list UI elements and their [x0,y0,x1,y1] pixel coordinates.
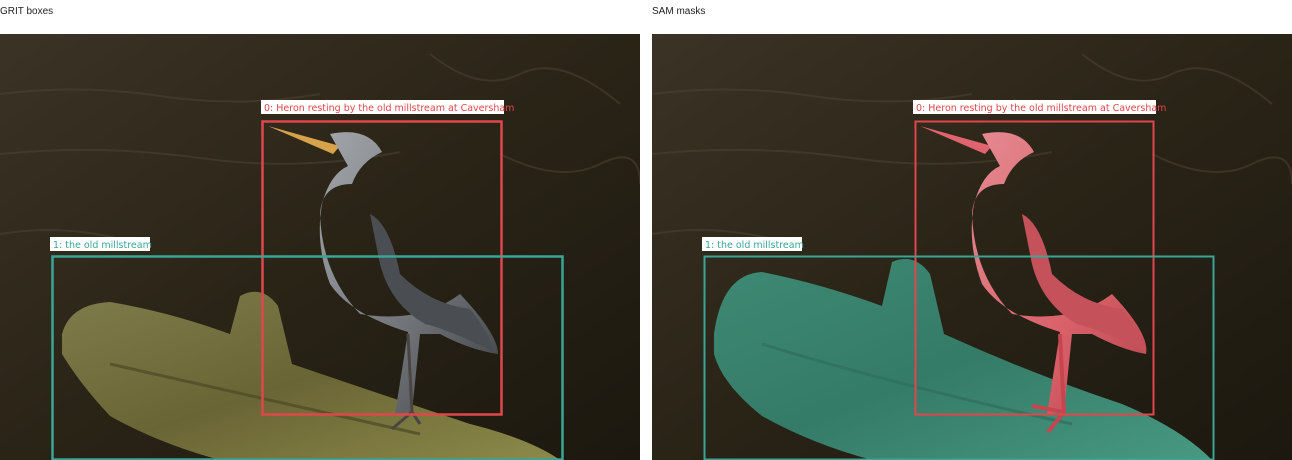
heron-mask-label: 0: Heron resting by the old millstream a… [916,103,1166,114]
comparison-figure: GRIT boxes SAM masks 0: Heron resting by… [0,0,1292,460]
sam-masks-image: 0: Heron resting by the old millstream a… [652,34,1292,460]
left-panel-title: GRIT boxes [0,6,54,17]
heron-box-label: 0: Heron resting by the old millstream a… [264,103,514,114]
millstream-mask-label: 1: the old millstream [705,240,804,251]
sam-masks-panel: 0: Heron resting by the old millstream a… [652,34,1292,460]
grit-boxes-panel: 0: Heron resting by the old millstream a… [0,34,640,460]
grit-boxes-image: 0: Heron resting by the old millstream a… [0,34,640,460]
millstream-box-label: 1: the old millstream [53,240,152,251]
right-panel-title: SAM masks [652,6,706,17]
